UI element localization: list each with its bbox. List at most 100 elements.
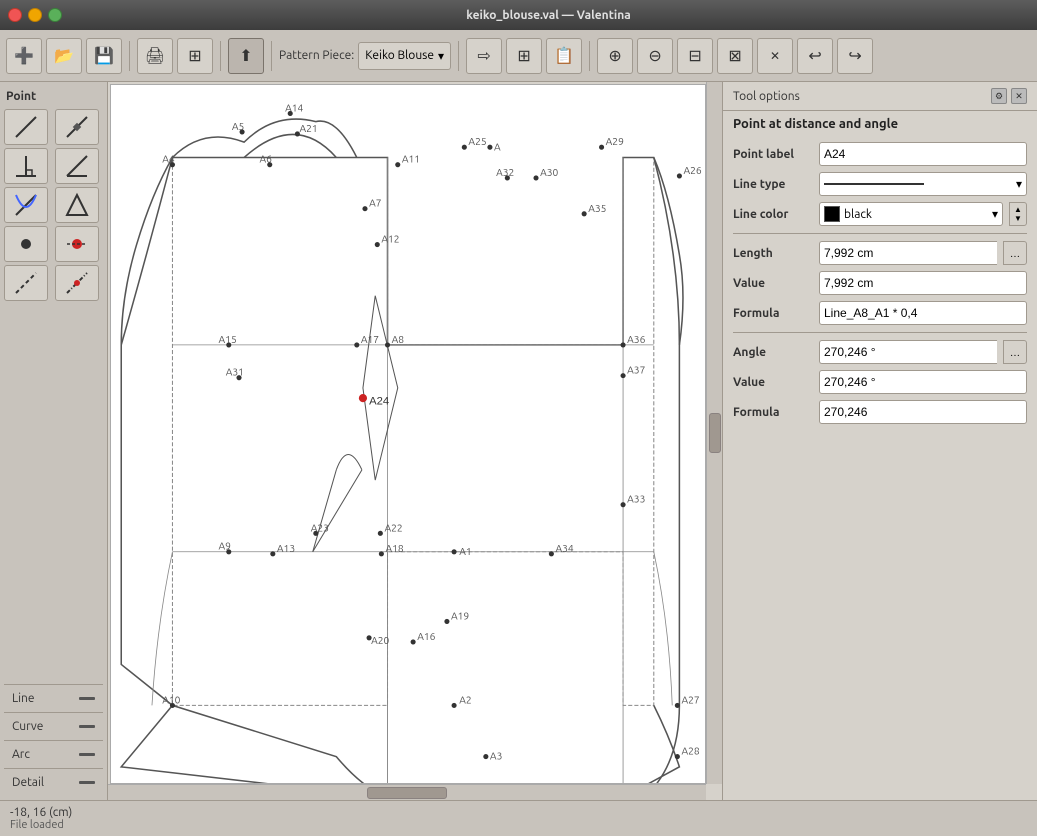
triangle-tool[interactable] [55, 187, 99, 223]
curve-label[interactable]: Curve [4, 712, 103, 740]
arc-label[interactable]: Arc [4, 740, 103, 768]
svg-text:A32: A32 [496, 166, 514, 178]
print-button[interactable]: 🖨 [137, 38, 173, 74]
vscroll-thumb[interactable] [709, 413, 721, 453]
close-doc-button[interactable]: ✕ [757, 38, 793, 74]
curve-bar [79, 725, 95, 728]
point-A24-dot[interactable] [359, 394, 367, 402]
hscrollbar[interactable] [108, 784, 706, 800]
angle-display[interactable] [819, 340, 997, 364]
close-button[interactable] [8, 8, 22, 22]
point-label-label: Point label [733, 148, 813, 161]
dash-point-line-tool[interactable] [55, 265, 99, 301]
tile-button[interactable]: ⊠ [717, 38, 753, 74]
hscroll-thumb[interactable] [367, 787, 447, 799]
svg-text:A12: A12 [381, 232, 399, 244]
length-display[interactable] [819, 241, 997, 265]
zoom-fit-button[interactable]: ⊟ [677, 38, 713, 74]
color-chevron-icon: ▾ [992, 207, 998, 221]
line-type-preview [824, 183, 924, 185]
color-spin-button[interactable]: ▲▼ [1009, 202, 1027, 226]
line-label[interactable]: Line [4, 684, 103, 712]
canvas-area[interactable]: A24 A A1 A2 A3 A4 A5 A6 A7 A8 A9 A10 A11… [108, 82, 722, 800]
select-button[interactable]: ⬆ [228, 38, 264, 74]
angle-row: Angle … [723, 337, 1037, 367]
point-label-row: Point label [723, 139, 1037, 169]
panel-close-button[interactable]: ✕ [1011, 88, 1027, 104]
length-value-label: Value [733, 277, 813, 290]
point-on-line-tool[interactable] [55, 109, 99, 145]
pattern-piece-value: Keiko Blouse [365, 49, 434, 62]
window-title: keiko_blouse.val — Valentina [68, 9, 1029, 22]
dash-line-tool[interactable] [4, 265, 48, 301]
line-type-select[interactable]: ▾ [819, 172, 1027, 196]
toolbar-sep-5 [589, 41, 590, 71]
tool-options-label: Tool options [733, 90, 800, 103]
canvas-svg[interactable]: A24 A A1 A2 A3 A4 A5 A6 A7 A8 A9 A10 A11… [111, 85, 705, 783]
svg-text:A29: A29 [606, 135, 624, 147]
line-color-select[interactable]: black ▾ [819, 202, 1003, 226]
angle-value-label: Value [733, 376, 813, 389]
svg-text:A26: A26 [683, 164, 701, 176]
save-button[interactable]: 💾 [86, 38, 122, 74]
pattern-piece-selector[interactable]: Keiko Blouse ▾ [358, 42, 451, 70]
toolbar-sep-1 [129, 41, 130, 71]
point-dot-tool[interactable] [4, 226, 48, 262]
line-color-label: Line color [733, 208, 813, 221]
curve-intersect-tool[interactable] [4, 187, 48, 223]
toolbar-sep-3 [271, 41, 272, 71]
main-layout: Point [0, 82, 1037, 800]
detail-bar [79, 781, 95, 784]
svg-text:A17: A17 [361, 333, 379, 345]
length-label: Length [733, 247, 813, 260]
toolbox-title: Point [4, 86, 103, 109]
maximize-button[interactable] [48, 8, 62, 22]
layout-button[interactable]: ⊞ [177, 38, 213, 74]
perpendicular-tool[interactable] [4, 148, 48, 184]
point-red-tool[interactable] [55, 226, 99, 262]
line-segment-tool[interactable] [4, 109, 48, 145]
length-formula-input[interactable] [819, 301, 1027, 325]
svg-text:A15: A15 [219, 333, 237, 345]
angle-value-input[interactable] [819, 370, 1027, 394]
line-bar [79, 697, 95, 700]
svg-text:A28: A28 [681, 745, 699, 757]
svg-text:A34: A34 [555, 542, 573, 554]
svg-text:A25: A25 [468, 135, 486, 147]
svg-text:A2: A2 [459, 693, 471, 705]
length-extra-button[interactable]: … [1003, 241, 1027, 265]
length-value-input[interactable] [819, 271, 1027, 295]
minimize-button[interactable] [28, 8, 42, 22]
svg-text:A8: A8 [392, 333, 405, 345]
angle-extra-button[interactable]: … [1003, 340, 1027, 364]
toolbar: ➕ 📂 💾 🖨 ⊞ ⬆ Pattern Piece: Keiko Blouse … [0, 30, 1037, 82]
toolbox: Point [0, 82, 108, 800]
length-value-row: Value [723, 268, 1037, 298]
grid-button[interactable]: ⊞ [506, 38, 542, 74]
svg-text:A22: A22 [384, 521, 402, 533]
angle-bisector-tool[interactable] [55, 148, 99, 184]
svg-text:A37: A37 [627, 364, 645, 376]
detail-label[interactable]: Detail [4, 768, 103, 796]
vscrollbar[interactable] [706, 82, 722, 784]
point-label-input[interactable] [819, 142, 1027, 166]
redo-button[interactable]: ↪ [837, 38, 873, 74]
open-button[interactable]: 📂 [46, 38, 82, 74]
color-swatch-black [824, 206, 840, 222]
svg-text:A20: A20 [371, 634, 389, 646]
panel-settings-button[interactable]: ⚙ [991, 88, 1007, 104]
zoom-in-button[interactable]: ⊕ [597, 38, 633, 74]
canvas-container[interactable]: A24 A A1 A2 A3 A4 A5 A6 A7 A8 A9 A10 A11… [110, 84, 706, 784]
svg-text:A33: A33 [627, 493, 645, 505]
new-button[interactable]: ➕ [6, 38, 42, 74]
svg-text:A7: A7 [369, 197, 382, 209]
angle-formula-input[interactable] [819, 400, 1027, 424]
undo-button[interactable]: ↩ [797, 38, 833, 74]
titlebar: keiko_blouse.val — Valentina [0, 0, 1037, 30]
clipboard-button[interactable]: 📋 [546, 38, 582, 74]
svg-text:A23: A23 [311, 521, 329, 533]
zoom-out-button[interactable]: ⊖ [637, 38, 673, 74]
import-button[interactable]: ⇨ [466, 38, 502, 74]
svg-text:A10: A10 [162, 693, 180, 705]
line-type-label: Line type [733, 178, 813, 191]
